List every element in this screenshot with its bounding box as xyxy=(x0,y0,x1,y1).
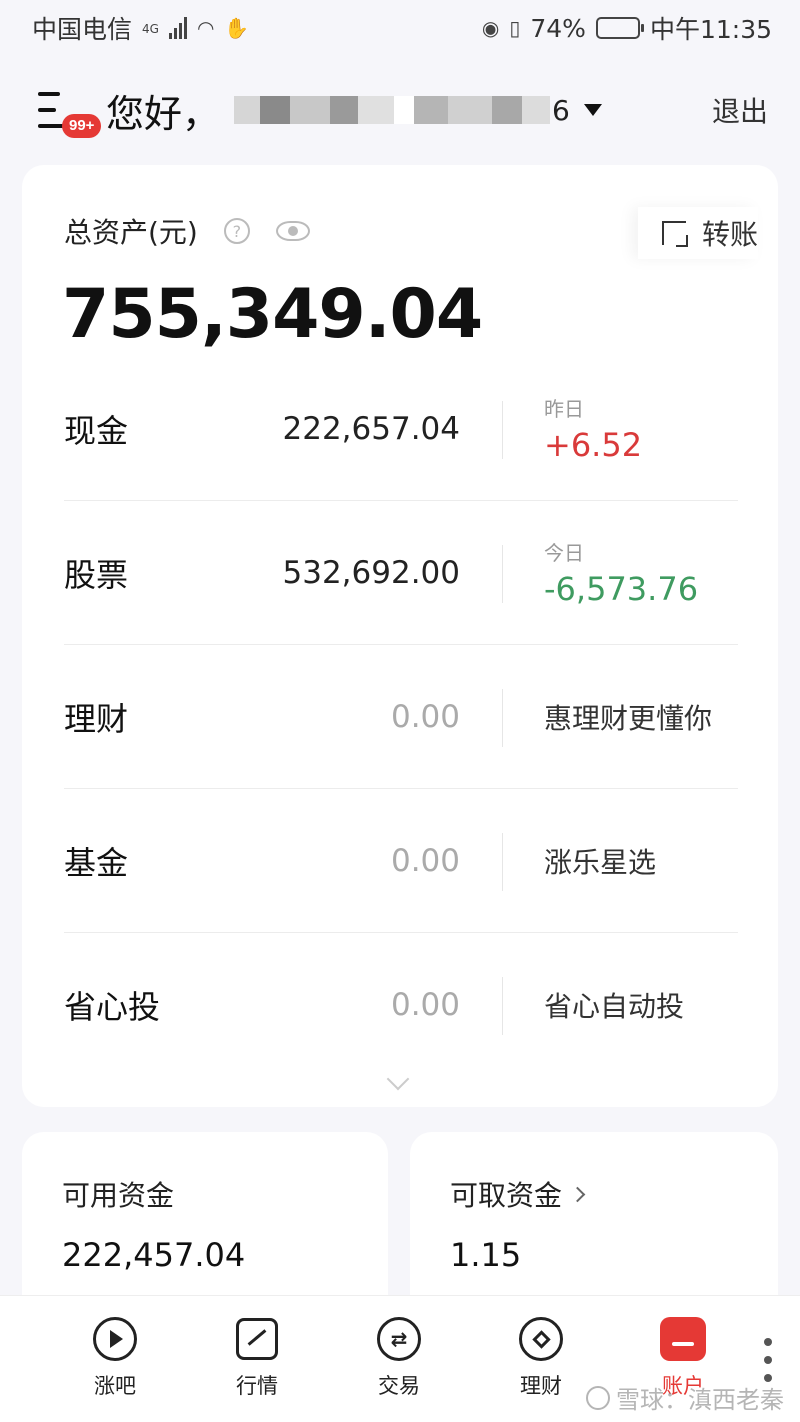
total-assets-label: 总资产(元) xyxy=(64,216,198,249)
promo-text[interactable]: 惠理财更懂你 xyxy=(544,697,712,737)
clock: 中午11:35 xyxy=(649,15,772,44)
total-assets-value: 755,349.04 xyxy=(62,275,483,354)
row-divider xyxy=(502,977,503,1035)
asset-row-funds[interactable]: 基金 0.00 涨乐星选 xyxy=(64,789,738,933)
asset-promo: 涨乐星选 xyxy=(544,789,656,932)
nav-label: 交易 xyxy=(378,1374,420,1398)
promo-text[interactable]: 涨乐星选 xyxy=(544,841,656,881)
asset-name: 现金 xyxy=(64,411,129,450)
chevron-right-icon xyxy=(569,1186,586,1202)
available-funds-card[interactable]: 可用资金 222,457.04 xyxy=(22,1132,388,1322)
transfer-icon xyxy=(661,221,688,247)
asset-name: 省心投 xyxy=(64,988,161,1026)
network-type: 4G xyxy=(142,22,159,36)
asset-promo: 惠理财更懂你 xyxy=(544,645,712,788)
carrier-label: 中国电信 xyxy=(32,15,133,44)
asset-name: 理财 xyxy=(64,699,129,738)
notification-badge: 99+ xyxy=(62,114,102,138)
eye-icon[interactable] xyxy=(275,221,310,241)
asset-change: 今日 -6,573.76 xyxy=(544,501,698,644)
more-options-icon[interactable] xyxy=(764,1338,772,1382)
snowball-logo-icon xyxy=(586,1385,610,1410)
asset-promo: 省心自动投 xyxy=(544,933,684,1077)
asset-rows: 现金 222,657.04 昨日 +6.52 股票 532,692.00 今日 … xyxy=(64,357,738,1077)
asset-value: 0.00 xyxy=(390,987,460,1023)
row-divider xyxy=(502,545,503,603)
status-left: 中国电信 4G ◠ ✋ xyxy=(32,10,249,46)
signal-icon xyxy=(168,17,187,39)
asset-name: 基金 xyxy=(64,843,129,882)
vibrate-icon: ▯ xyxy=(509,16,521,40)
account-dropdown-icon[interactable] xyxy=(583,104,602,116)
nav-label: 涨吧 xyxy=(94,1374,136,1398)
asset-value: 0.00 xyxy=(390,698,460,735)
asset-row-cash[interactable]: 现金 222,657.04 昨日 +6.52 xyxy=(64,357,738,501)
withdrawable-funds-label: 可取资金 xyxy=(450,1179,563,1212)
watermark: 雪球：滇西老秦 xyxy=(586,1380,784,1415)
trend-icon xyxy=(234,1316,280,1362)
asset-value: 222,657.04 xyxy=(282,410,461,447)
help-icon[interactable]: ? xyxy=(223,218,250,244)
swap-icon: ⇄ xyxy=(376,1316,422,1362)
available-funds-label: 可用资金 xyxy=(62,1179,175,1212)
battery-percent: 74% xyxy=(530,13,586,43)
asset-value: 0.00 xyxy=(390,842,460,879)
status-right: ◉ ▯ 74% 中午11:35 xyxy=(482,10,772,46)
header: 99+ 您好， 6 退出 xyxy=(0,60,800,160)
asset-row-auto-invest[interactable]: 省心投 0.00 省心自动投 xyxy=(64,933,738,1077)
account-icon xyxy=(660,1316,706,1362)
row-divider xyxy=(502,689,503,747)
watermark-text: 雪球：滇西老秦 xyxy=(616,1386,784,1414)
status-bar: 中国电信 4G ◠ ✋ ◉ ▯ 74% 中午11:35 xyxy=(0,0,800,56)
change-period-label: 今日 xyxy=(544,541,584,565)
play-bubble-icon xyxy=(92,1316,138,1362)
asset-row-stocks[interactable]: 股票 532,692.00 今日 -6,573.76 xyxy=(64,501,738,645)
total-assets-header: 总资产(元) ? xyxy=(64,211,310,251)
asset-change: 昨日 +6.52 xyxy=(544,357,642,500)
account-suffix: 6 xyxy=(552,93,570,127)
battery-icon xyxy=(595,17,644,39)
withdrawable-funds-card[interactable]: 可取资金 1.15 xyxy=(410,1132,778,1322)
nav-item-market[interactable]: 行情 xyxy=(202,1316,312,1400)
masked-account-name xyxy=(234,90,551,130)
asset-row-wealth[interactable]: 理财 0.00 惠理财更懂你 xyxy=(64,645,738,789)
asset-value: 532,692.00 xyxy=(282,554,461,591)
assets-card: 总资产(元) ? 转账 755,349.04 现金 222,657.04 昨日 … xyxy=(22,165,778,1107)
row-divider xyxy=(502,401,503,459)
nav-item-community[interactable]: 涨吧 xyxy=(60,1316,170,1400)
nav-item-trade[interactable]: ⇄ 交易 xyxy=(344,1316,454,1400)
promo-text[interactable]: 省心自动投 xyxy=(544,985,684,1025)
transfer-label: 转账 xyxy=(701,218,758,251)
nav-item-wealth[interactable]: 理财 xyxy=(486,1316,596,1400)
asset-name: 股票 xyxy=(64,555,129,594)
nav-label: 理财 xyxy=(520,1374,562,1398)
diamond-icon xyxy=(518,1316,564,1362)
withdrawable-funds-header: 可取资金 xyxy=(450,1174,738,1214)
eye-comfort-icon: ◉ xyxy=(481,16,500,40)
greeting: 您好， xyxy=(106,91,221,136)
menu-icon[interactable]: 99+ xyxy=(38,90,102,138)
available-funds-value: 222,457.04 xyxy=(62,1236,246,1274)
withdrawable-funds-value: 1.15 xyxy=(450,1236,522,1274)
nav-label: 行情 xyxy=(236,1374,278,1398)
change-period-label: 昨日 xyxy=(544,397,584,421)
row-divider xyxy=(502,833,503,891)
logout-button[interactable]: 退出 xyxy=(712,90,768,130)
change-value: +6.52 xyxy=(544,426,643,464)
hand-icon: ✋ xyxy=(224,16,250,40)
change-value: -6,573.76 xyxy=(544,570,699,608)
transfer-button[interactable]: 转账 xyxy=(637,207,758,259)
wifi-icon: ◠ xyxy=(196,16,215,40)
